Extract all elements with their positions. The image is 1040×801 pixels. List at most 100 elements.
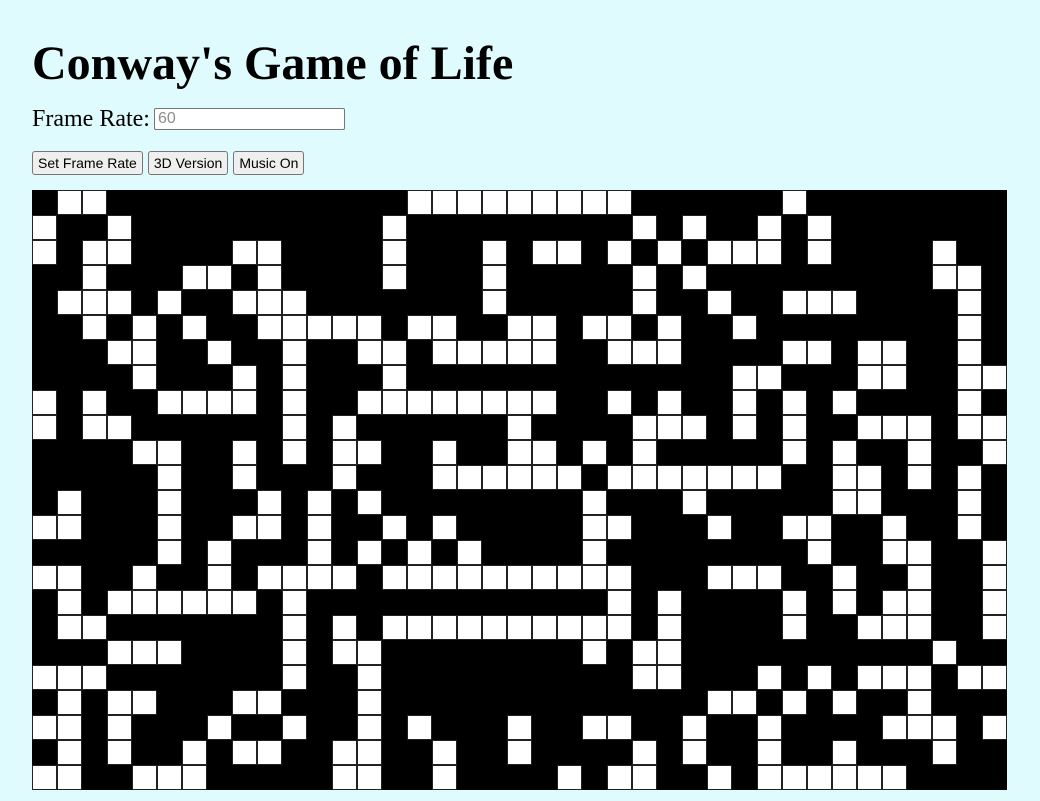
cell-dead[interactable] bbox=[957, 540, 982, 565]
life-board[interactable] bbox=[32, 190, 1007, 790]
cell-alive[interactable] bbox=[107, 740, 132, 765]
cell-dead[interactable] bbox=[682, 390, 707, 415]
cell-dead[interactable] bbox=[457, 765, 482, 790]
cell-alive[interactable] bbox=[357, 665, 382, 690]
cell-dead[interactable] bbox=[82, 640, 107, 665]
cell-dead[interactable] bbox=[982, 765, 1007, 790]
cell-dead[interactable] bbox=[557, 490, 582, 515]
cell-dead[interactable] bbox=[407, 290, 432, 315]
cell-dead[interactable] bbox=[382, 690, 407, 715]
cell-alive[interactable] bbox=[157, 490, 182, 515]
cell-dead[interactable] bbox=[382, 465, 407, 490]
cell-dead[interactable] bbox=[857, 290, 882, 315]
cell-dead[interactable] bbox=[232, 715, 257, 740]
cell-dead[interactable] bbox=[832, 715, 857, 740]
cell-dead[interactable] bbox=[132, 190, 157, 215]
cell-dead[interactable] bbox=[257, 765, 282, 790]
cell-dead[interactable] bbox=[57, 640, 82, 665]
cell-alive[interactable] bbox=[957, 315, 982, 340]
cell-alive[interactable] bbox=[232, 365, 257, 390]
cell-dead[interactable] bbox=[932, 340, 957, 365]
cell-dead[interactable] bbox=[707, 440, 732, 465]
cell-dead[interactable] bbox=[182, 215, 207, 240]
cell-dead[interactable] bbox=[682, 640, 707, 665]
cell-dead[interactable] bbox=[407, 490, 432, 515]
cell-dead[interactable] bbox=[832, 415, 857, 440]
cell-alive[interactable] bbox=[857, 615, 882, 640]
cell-dead[interactable] bbox=[932, 365, 957, 390]
cell-alive[interactable] bbox=[932, 640, 957, 665]
cell-alive[interactable] bbox=[332, 640, 357, 665]
cell-dead[interactable] bbox=[807, 715, 832, 740]
cell-dead[interactable] bbox=[432, 215, 457, 240]
cell-dead[interactable] bbox=[957, 440, 982, 465]
cell-dead[interactable] bbox=[207, 490, 232, 515]
cell-alive[interactable] bbox=[832, 590, 857, 615]
cell-dead[interactable] bbox=[157, 215, 182, 240]
cell-alive[interactable] bbox=[357, 340, 382, 365]
cell-dead[interactable] bbox=[457, 215, 482, 240]
cell-alive[interactable] bbox=[932, 240, 957, 265]
cell-dead[interactable] bbox=[482, 490, 507, 515]
cell-dead[interactable] bbox=[582, 415, 607, 440]
cell-alive[interactable] bbox=[482, 615, 507, 640]
cell-alive[interactable] bbox=[282, 665, 307, 690]
cell-dead[interactable] bbox=[882, 265, 907, 290]
cell-dead[interactable] bbox=[632, 240, 657, 265]
cell-alive[interactable] bbox=[957, 515, 982, 540]
cell-alive[interactable] bbox=[557, 615, 582, 640]
cell-alive[interactable] bbox=[607, 765, 632, 790]
cell-dead[interactable] bbox=[407, 640, 432, 665]
cell-dead[interactable] bbox=[57, 390, 82, 415]
cell-dead[interactable] bbox=[432, 640, 457, 665]
cell-dead[interactable] bbox=[82, 490, 107, 515]
cell-dead[interactable] bbox=[857, 215, 882, 240]
cell-dead[interactable] bbox=[82, 540, 107, 565]
cell-alive[interactable] bbox=[232, 290, 257, 315]
cell-alive[interactable] bbox=[107, 640, 132, 665]
cell-dead[interactable] bbox=[807, 390, 832, 415]
cell-dead[interactable] bbox=[182, 665, 207, 690]
cell-alive[interactable] bbox=[907, 540, 932, 565]
cell-dead[interactable] bbox=[107, 440, 132, 465]
cell-alive[interactable] bbox=[107, 290, 132, 315]
cell-alive[interactable] bbox=[607, 715, 632, 740]
cell-dead[interactable] bbox=[857, 640, 882, 665]
cell-alive[interactable] bbox=[57, 740, 82, 765]
cell-alive[interactable] bbox=[832, 390, 857, 415]
cell-alive[interactable] bbox=[607, 240, 632, 265]
cell-dead[interactable] bbox=[782, 265, 807, 290]
cell-dead[interactable] bbox=[782, 740, 807, 765]
cell-alive[interactable] bbox=[57, 765, 82, 790]
cell-dead[interactable] bbox=[532, 540, 557, 565]
cell-dead[interactable] bbox=[882, 215, 907, 240]
cell-dead[interactable] bbox=[757, 640, 782, 665]
cell-dead[interactable] bbox=[857, 740, 882, 765]
cell-dead[interactable] bbox=[457, 490, 482, 515]
cell-dead[interactable] bbox=[457, 590, 482, 615]
cell-dead[interactable] bbox=[657, 765, 682, 790]
cell-dead[interactable] bbox=[932, 590, 957, 615]
cell-alive[interactable] bbox=[782, 340, 807, 365]
cell-dead[interactable] bbox=[232, 565, 257, 590]
cell-dead[interactable] bbox=[707, 615, 732, 640]
cell-dead[interactable] bbox=[532, 740, 557, 765]
cell-dead[interactable] bbox=[32, 265, 57, 290]
cell-alive[interactable] bbox=[782, 765, 807, 790]
cell-dead[interactable] bbox=[532, 515, 557, 540]
cell-alive[interactable] bbox=[832, 490, 857, 515]
cell-dead[interactable] bbox=[407, 240, 432, 265]
cell-alive[interactable] bbox=[307, 540, 332, 565]
cell-alive[interactable] bbox=[807, 665, 832, 690]
cell-dead[interactable] bbox=[32, 190, 57, 215]
cell-dead[interactable] bbox=[657, 490, 682, 515]
cell-dead[interactable] bbox=[307, 240, 332, 265]
cell-dead[interactable] bbox=[707, 740, 732, 765]
cell-alive[interactable] bbox=[357, 540, 382, 565]
cell-alive[interactable] bbox=[32, 390, 57, 415]
cell-alive[interactable] bbox=[507, 390, 532, 415]
cell-alive[interactable] bbox=[482, 240, 507, 265]
cell-alive[interactable] bbox=[782, 390, 807, 415]
cell-alive[interactable] bbox=[732, 240, 757, 265]
cell-dead[interactable] bbox=[707, 190, 732, 215]
